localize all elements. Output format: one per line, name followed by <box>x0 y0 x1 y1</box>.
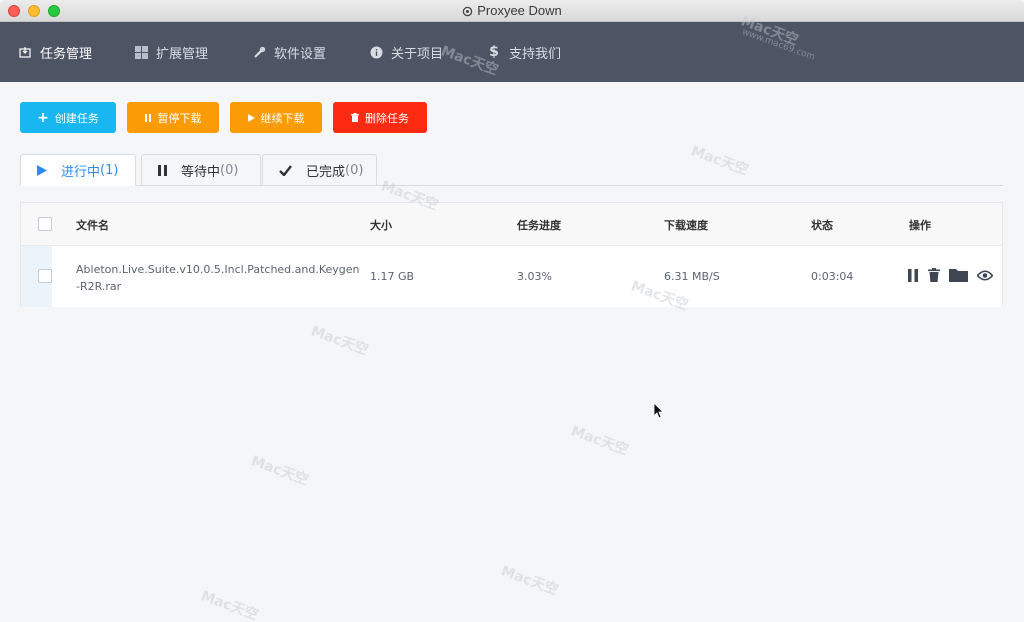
nav-item-extensions[interactable]: 扩展管理 <box>134 22 208 82</box>
row-actions <box>908 268 1002 282</box>
watermark-brand: Mac天空 <box>248 453 311 489</box>
delete-task-label: 删除任务 <box>365 111 409 125</box>
pause-icon <box>144 113 152 122</box>
cell-size: 1.17 GB <box>370 270 415 283</box>
tab-label: 进行中 <box>61 164 101 180</box>
tab-label: 已完成 <box>306 164 346 180</box>
column-header-actions: 操作 <box>909 219 931 232</box>
select-all-checkbox[interactable] <box>38 217 52 231</box>
task-table: 文件名 大小 任务进度 下载速度 状态 操作 Ableton.Live.Suit… <box>20 202 1003 307</box>
delete-action-icon[interactable] <box>928 268 940 282</box>
watermark-brand: Mac天空 <box>568 423 631 459</box>
watermark-brand: Mac天空 <box>198 588 261 622</box>
cell-status: 0:03:04 <box>811 270 854 283</box>
watermark-brand: Mac天空 <box>688 143 751 179</box>
tab-count: (0) <box>220 162 239 178</box>
column-header-status: 状态 <box>811 219 833 232</box>
window-title: Proxyee Down <box>0 3 1024 18</box>
create-task-button[interactable]: + 创建任务 <box>20 102 116 133</box>
watermark-brand: Mac天空 <box>498 563 561 599</box>
watermark: Mac天空 <box>248 450 311 489</box>
tab-count: (0) <box>345 162 364 178</box>
dollar-icon: $ <box>489 44 499 60</box>
play-icon <box>247 113 255 122</box>
tab-count: (1) <box>100 162 119 178</box>
nav-item-label: 关于项目 <box>391 46 444 62</box>
create-task-label: 创建任务 <box>54 111 99 125</box>
watermark: Mac天空 <box>688 140 751 179</box>
tab-in-progress[interactable]: 进行中 (1) <box>20 154 136 186</box>
watermark: Mac天空 <box>498 560 561 599</box>
nav-item-settings[interactable]: 软件设置 <box>252 22 326 82</box>
delete-task-button[interactable]: 删除任务 <box>333 102 427 133</box>
nav-item-label: 软件设置 <box>274 46 327 62</box>
nav-item-about[interactable]: 关于项目 <box>369 22 443 82</box>
info-icon <box>369 45 383 59</box>
pause-icon <box>158 164 167 176</box>
resume-download-label: 继续下载 <box>260 111 305 125</box>
play-icon <box>37 164 47 176</box>
pause-download-button[interactable]: 暂停下载 <box>127 102 219 133</box>
column-header-size: 大小 <box>370 219 392 232</box>
nav-item-tasks[interactable]: 任务管理 <box>18 22 92 82</box>
tab-completed[interactable]: 已完成 (0) <box>262 154 377 186</box>
pause-download-label: 暂停下载 <box>157 111 202 125</box>
mouse-pointer-icon <box>654 403 664 419</box>
plus-icon: + <box>37 109 49 126</box>
trash-icon <box>351 113 359 122</box>
nav-item-label: 支持我们 <box>509 46 562 62</box>
watermark-brand: Mac天空 <box>308 323 371 359</box>
tab-label: 等待中 <box>181 164 221 180</box>
resume-download-button[interactable]: 继续下载 <box>230 102 322 133</box>
window-titlebar: Proxyee Down <box>0 0 1024 22</box>
open-folder-action-icon[interactable] <box>949 268 968 282</box>
pause-action-icon[interactable] <box>908 268 919 282</box>
checkmark-icon <box>279 164 292 176</box>
tab-waiting[interactable]: 等待中 (0) <box>141 154 261 186</box>
nav-item-label: 任务管理 <box>40 46 93 62</box>
view-action-icon[interactable] <box>977 269 993 281</box>
window-title-text: Proxyee Down <box>477 3 562 18</box>
cell-speed: 6.31 MB/S <box>664 270 720 283</box>
column-header-speed: 下载速度 <box>664 219 708 232</box>
row-checkbox[interactable] <box>38 269 52 283</box>
column-header-filename: 文件名 <box>76 219 109 232</box>
nav-item-support[interactable]: $ 支持我们 <box>487 22 561 82</box>
app-gear-icon <box>462 6 473 17</box>
cell-progress: 3.03% <box>517 270 552 283</box>
watermark: Mac天空 <box>308 320 371 359</box>
tools-icon <box>252 45 266 59</box>
top-navigation: 任务管理 扩展管理 软件设置 关于项目 $ 支持我们 <box>0 22 1024 82</box>
table-row[interactable]: Ableton.Live.Suite.v10.0.5.Incl.Patched.… <box>21 246 1002 307</box>
table-header: 文件名 大小 任务进度 下载速度 状态 操作 <box>21 203 1002 246</box>
download-box-icon <box>18 45 32 59</box>
windows-icon <box>134 45 148 59</box>
column-header-progress: 任务进度 <box>517 219 561 232</box>
nav-item-label: 扩展管理 <box>156 46 209 62</box>
watermark: Mac天空 <box>568 420 631 459</box>
watermark: Mac天空 <box>198 585 261 622</box>
cell-filename: Ableton.Live.Suite.v10.0.5.Incl.Patched.… <box>76 263 360 293</box>
